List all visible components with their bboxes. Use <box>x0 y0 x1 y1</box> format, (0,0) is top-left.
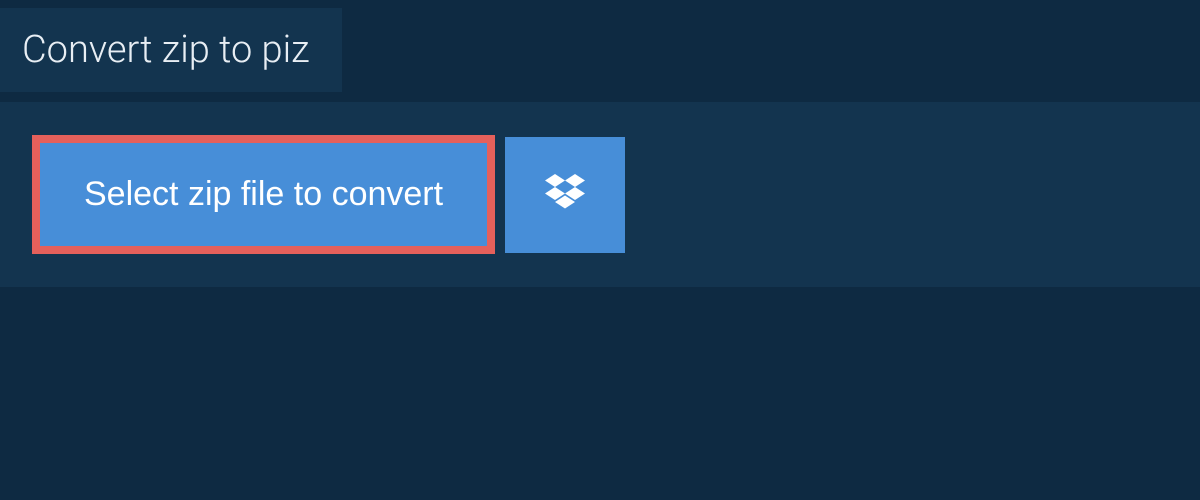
main-panel: Select zip file to convert <box>0 102 1200 287</box>
tab-bar: Convert zip to piz <box>0 8 342 92</box>
select-file-label: Select zip file to convert <box>84 175 443 213</box>
select-file-button[interactable]: Select zip file to convert <box>40 143 487 246</box>
dropbox-icon <box>545 174 585 215</box>
tab-convert[interactable]: Convert zip to piz <box>0 8 342 92</box>
dropbox-button[interactable] <box>505 137 625 253</box>
highlight-frame: Select zip file to convert <box>32 135 495 254</box>
tab-label: Convert zip to piz <box>22 28 310 72</box>
